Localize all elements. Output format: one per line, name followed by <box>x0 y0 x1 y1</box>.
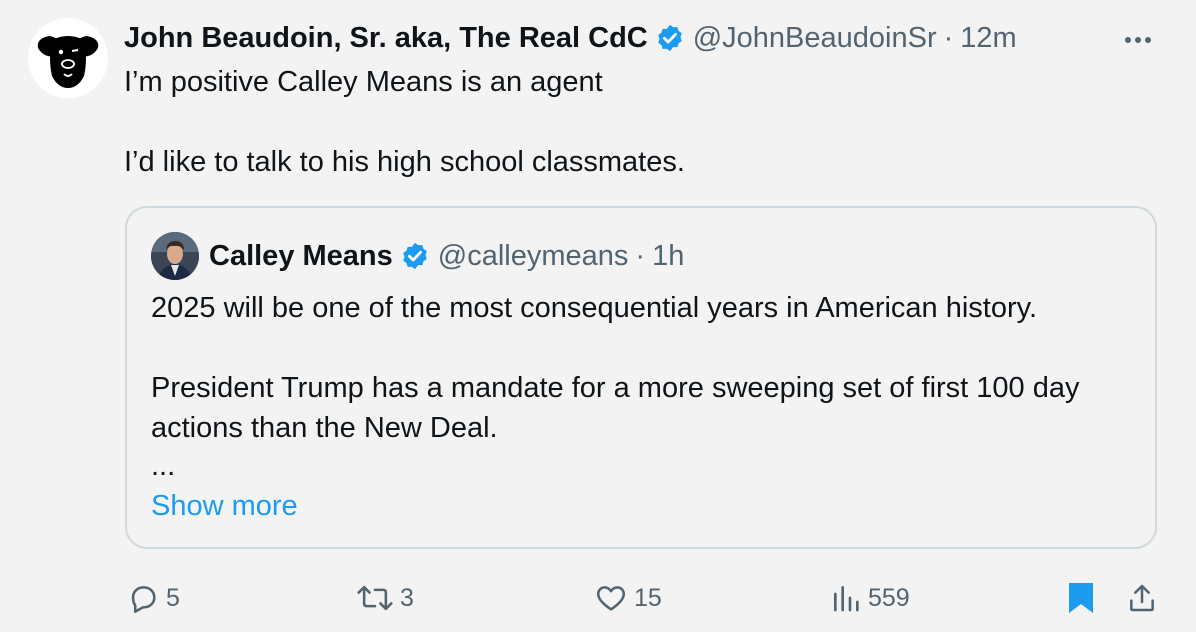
tweet-text-line: I’d like to talk to his high school clas… <box>124 146 685 178</box>
author-name[interactable]: John Beaudoin, Sr. aka, The Real CdC <box>124 20 648 56</box>
bookmark-icon <box>1066 580 1096 616</box>
reply-icon <box>126 581 160 615</box>
black-dog-icon <box>37 36 99 88</box>
tweet-header: John Beaudoin, Sr. aka, The Real CdC @Jo… <box>124 20 1017 56</box>
like-count: 15 <box>634 583 662 612</box>
quoted-tweet-header: Calley Means @calleymeans · 1h <box>209 238 684 274</box>
tweet-timestamp[interactable]: 12m <box>960 20 1016 56</box>
reply-button[interactable]: 5 <box>126 578 180 618</box>
analytics-bar-icon <box>830 582 862 614</box>
quoted-author-name: Calley Means <box>209 240 393 272</box>
quoted-text-paragraph: President Trump has a mandate for a more… <box>151 372 1080 444</box>
author-avatar[interactable] <box>28 18 108 98</box>
quoted-tweet-card[interactable]: Calley Means @calleymeans · 1h 2025 will… <box>125 206 1157 549</box>
view-count: 559 <box>868 583 910 612</box>
views-button[interactable]: 559 <box>830 578 910 618</box>
quoted-tweet-timestamp: 1h <box>652 240 685 272</box>
retweet-icon <box>356 581 394 615</box>
like-button[interactable]: 15 <box>594 578 662 618</box>
retweet-count: 3 <box>400 583 414 612</box>
show-more-link[interactable]: Show more <box>151 486 298 526</box>
share-button[interactable] <box>1126 578 1158 618</box>
tweet-text: I’m positive Calley Means is an agent I’… <box>124 62 1144 182</box>
heart-icon <box>594 581 628 615</box>
tweet-text-line: I’m positive Calley Means is an agent <box>124 66 603 98</box>
person-photo-icon <box>151 232 199 280</box>
verified-badge-icon <box>655 23 685 53</box>
quoted-author-handle: @calleymeans <box>437 240 629 272</box>
header-separator: · <box>635 240 646 272</box>
header-separator: · <box>943 22 954 54</box>
quoted-author-avatar <box>151 232 199 280</box>
quoted-text-ellipsis: ... <box>151 450 176 482</box>
quoted-tweet-text: 2025 will be one of the most consequenti… <box>151 288 1141 484</box>
more-options-icon[interactable] <box>1120 22 1156 58</box>
verified-badge-icon <box>400 241 430 271</box>
bookmark-button[interactable] <box>1066 578 1096 618</box>
share-upload-icon <box>1126 581 1158 615</box>
retweet-button[interactable]: 3 <box>356 578 414 618</box>
quoted-text-paragraph: 2025 will be one of the most consequenti… <box>151 292 1038 324</box>
reply-count: 5 <box>166 583 180 612</box>
author-handle[interactable]: @JohnBeaudoinSr <box>693 20 937 56</box>
